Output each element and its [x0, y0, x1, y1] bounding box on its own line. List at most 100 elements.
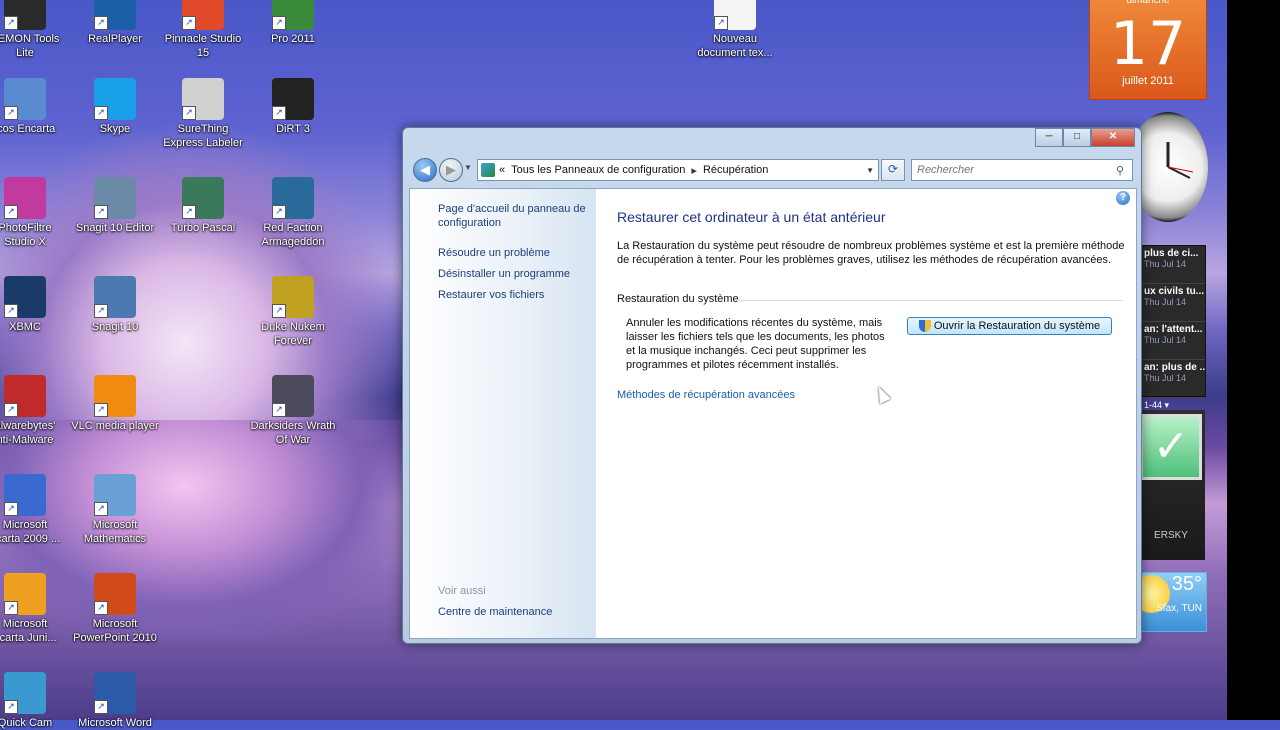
sidebar-home-link[interactable]: Page d'accueil du panneau de configurati…: [438, 202, 593, 230]
shortcut-arrow-icon: ↗: [272, 403, 286, 417]
shortcut-arrow-icon: ↗: [94, 502, 108, 516]
shortcut-arrow-icon: ↗: [4, 700, 18, 714]
red-faction-icon: ↗: [272, 177, 314, 219]
breadcrumb-all-control-panel[interactable]: Tous les Panneaux de configuration: [511, 164, 685, 176]
desktop-shortcut[interactable]: ↗ PhotoFiltre Studio X: [0, 177, 70, 249]
desktop-shortcut[interactable]: ↗ Microsoft ncarta 2009 ...: [0, 474, 70, 546]
feed-item[interactable]: ux civils tu... Thu Jul 14: [1141, 284, 1205, 322]
desktop-shortcut[interactable]: ↗ Microsoft ncarta Juni...: [0, 573, 70, 645]
calendar-month: juillet 2011: [1122, 75, 1174, 87]
desktop-edge: [1227, 0, 1280, 720]
breadcrumb-recovery[interactable]: Récupération: [703, 164, 768, 176]
desktop-shortcut[interactable]: ↗ Pinnacle Studio 15: [158, 0, 248, 60]
minimize-button[interactable]: ─: [1035, 128, 1063, 147]
desktop-shortcut[interactable]: ↗ alwarebytes' nti-Malware: [0, 375, 70, 447]
desktop-shortcut[interactable]: ↗ Red Faction Armageddon: [248, 177, 338, 249]
address-dropdown-icon[interactable]: ▼: [866, 166, 874, 175]
refresh-button[interactable]: ⟳: [881, 159, 905, 181]
forward-button[interactable]: ▶: [439, 158, 463, 182]
address-bar[interactable]: « Tous les Panneaux de configuration ▸ R…: [477, 159, 879, 181]
desktop-shortcut[interactable]: ↗ SureThing Express Labeler: [158, 78, 248, 150]
desktop-shortcut[interactable]: ↗ AEMON Tools Lite: [0, 0, 70, 60]
calendar-gadget[interactable]: dimanche 17 juillet 2011: [1089, 0, 1207, 100]
see-also-label: Voir aussi: [438, 585, 486, 597]
feed-item[interactable]: an: plus de ... Thu Jul 14: [1141, 360, 1205, 398]
desktop-shortcut[interactable]: ↗ icos Encarta: [0, 78, 70, 136]
desktop-shortcut-label: Microsoft Mathematics: [83, 519, 147, 545]
sidebar-link-action-center[interactable]: Centre de maintenance: [438, 605, 593, 619]
weather-gadget[interactable]: 35° Sfax, TUN: [1132, 572, 1207, 632]
desktop-shortcut-label: Quick Cam: [0, 717, 53, 729]
control-panel-icon: [481, 163, 495, 177]
darksiders-icon: ↗: [272, 375, 314, 417]
search-box[interactable]: ⚲: [911, 159, 1133, 181]
turbo-pascal-icon: ↗: [182, 177, 224, 219]
breadcrumb-separator-icon[interactable]: ▸: [691, 164, 697, 177]
desktop-shortcut[interactable]: ↗ Nouveau document tex...: [690, 0, 780, 60]
skype-icon: ↗: [94, 78, 136, 120]
breadcrumb-root[interactable]: «: [499, 164, 505, 176]
check-icon: ✓: [1140, 414, 1202, 480]
text-document-icon: ↗: [714, 0, 756, 30]
shortcut-arrow-icon: ↗: [4, 106, 18, 120]
desktop-shortcut-label: Microsoft ncarta 2009 ...: [0, 519, 61, 545]
desktop-shortcut[interactable]: ↗ VLC media player: [70, 375, 160, 433]
shortcut-arrow-icon: ↗: [4, 205, 18, 219]
advanced-recovery-link[interactable]: Méthodes de récupération avancées: [617, 389, 795, 401]
desktop-shortcut[interactable]: ↗ Microsoft PowerPoint 2010: [70, 573, 160, 645]
shortcut-arrow-icon: ↗: [94, 106, 108, 120]
desktop-shortcut-label: XBMC: [9, 321, 41, 333]
malwarebytes-icon: ↗: [4, 375, 46, 417]
search-input[interactable]: [912, 163, 1116, 177]
desktop-shortcut[interactable]: ↗ RealPlayer: [70, 0, 160, 46]
shortcut-arrow-icon: ↗: [4, 601, 18, 615]
desktop-shortcut[interactable]: ↗ Turbo Pascal: [158, 177, 248, 235]
shortcut-arrow-icon: ↗: [272, 16, 286, 30]
feed-gadget[interactable]: plus de ci... Thu Jul 14 ux civils tu... T…: [1140, 245, 1206, 410]
desktop-shortcut[interactable]: ↗ Pro 2011: [248, 0, 338, 46]
desktop-shortcut[interactable]: ↗ Microsoft Mathematics: [70, 474, 160, 546]
weather-location: Sfax, TUN: [1156, 603, 1202, 614]
desktop-shortcut-label: SureThing Express Labeler: [163, 123, 243, 149]
microsoft-encarta-icon: ↗: [4, 474, 46, 516]
search-icon[interactable]: ⚲: [1116, 164, 1132, 177]
quickcam-icon: ↗: [4, 672, 46, 714]
maximize-button[interactable]: □: [1063, 128, 1091, 147]
shortcut-arrow-icon: ↗: [94, 304, 108, 318]
desktop-shortcut[interactable]: ↗ Microsoft Word: [70, 672, 160, 730]
desktop-shortcut-label: DiRT 3: [276, 123, 310, 135]
desktop-shortcut[interactable]: ↗ Snagit 10: [70, 276, 160, 334]
sidebar-link-uninstall[interactable]: Désinstaller un programme: [438, 267, 593, 281]
shortcut-arrow-icon: ↗: [94, 205, 108, 219]
help-icon[interactable]: ?: [1116, 191, 1130, 205]
desktop-shortcut[interactable]: ↗ Snagit 10 Editor: [70, 177, 160, 235]
desktop-shortcut[interactable]: ↗ Duke Nukem Forever: [248, 276, 338, 348]
page-title: Restaurer cet ordinateur à un état antér…: [617, 209, 886, 225]
kaspersky-gadget[interactable]: ✓ ERSKY: [1137, 410, 1205, 560]
desktop-shortcut-label: Pro 2011: [271, 33, 315, 45]
sidebar-link-troubleshoot[interactable]: Résoudre un problème: [438, 246, 593, 260]
content-area: Page d'accueil du panneau de configurati…: [409, 188, 1137, 639]
feed-item[interactable]: an: l'attent... Thu Jul 14: [1141, 322, 1205, 360]
desktop-shortcut[interactable]: ↗ Darksiders Wrath Of War: [248, 375, 338, 447]
open-system-restore-button[interactable]: Ouvrir la Restauration du système: [907, 317, 1112, 335]
recovery-window: ─ □ ✕ ◀ ▶ ▼ « Tous les Panneaux de confi…: [402, 127, 1142, 644]
desktop-shortcut[interactable]: ↗ DiRT 3: [248, 78, 338, 136]
section-divider: [737, 300, 1123, 301]
desktop-shortcut-label: PhotoFiltre Studio X: [0, 222, 52, 248]
close-button[interactable]: ✕: [1091, 128, 1135, 147]
weather-temp: 35°: [1171, 573, 1202, 595]
shortcut-arrow-icon: ↗: [272, 106, 286, 120]
back-button[interactable]: ◀: [413, 158, 437, 182]
shortcut-arrow-icon: ↗: [94, 16, 108, 30]
desktop-shortcut-label: Nouveau document tex...: [697, 33, 773, 59]
desktop-shortcut-label: AEMON Tools Lite: [0, 33, 60, 59]
feed-item[interactable]: plus de ci... Thu Jul 14: [1141, 246, 1205, 284]
desktop-shortcut[interactable]: ↗ XBMC: [0, 276, 70, 334]
desktop-shortcut[interactable]: ↗ Skype: [70, 78, 160, 136]
desktop-shortcut[interactable]: ↗ Quick Cam: [0, 672, 70, 730]
sidebar-link-restore-files[interactable]: Restaurer vos fichiers: [438, 288, 593, 302]
shortcut-arrow-icon: ↗: [4, 502, 18, 516]
desktop-shortcut-label: Darksiders Wrath Of War: [250, 420, 336, 446]
recent-pages-dropdown[interactable]: ▼: [464, 163, 472, 172]
